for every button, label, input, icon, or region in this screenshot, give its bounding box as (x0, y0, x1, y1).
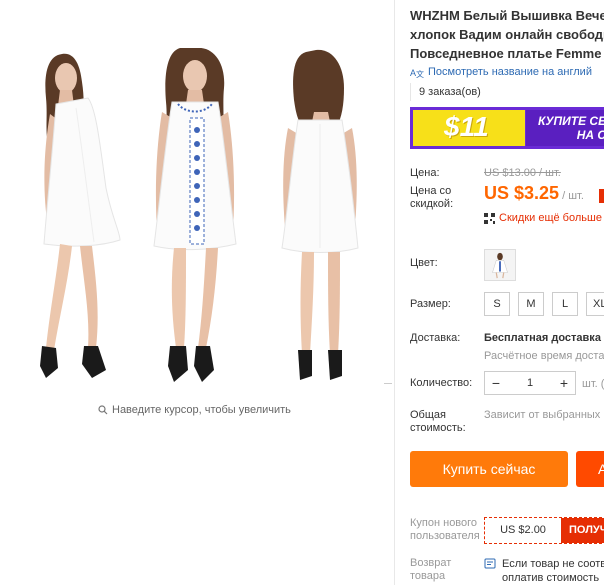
returns-info: Если товар не соотв оплатив стоимость (484, 557, 604, 585)
size-option-l[interactable]: L (552, 292, 578, 316)
translate-link-text: Посмотреть название на англий (428, 66, 592, 78)
product-title-line: WHZHM Белый Вышивка Вечер (410, 8, 604, 23)
size-selector: S M L XL (484, 292, 604, 316)
product-photo-side[interactable] (16, 48, 134, 394)
model-front-illustration (153, 48, 237, 382)
sale-flag (599, 189, 604, 203)
column-divider (394, 0, 395, 585)
add-to-cart-button[interactable]: А (576, 451, 604, 487)
orders-count: 9 заказа(ов) (410, 83, 489, 101)
promo-banner[interactable]: $11 КУПИТЕ СЕ НА С (410, 107, 604, 149)
discount-price-value: US $3.25 (484, 183, 560, 203)
dress-thumbnail-icon (485, 250, 515, 280)
promo-text-line: НА С (576, 128, 604, 142)
promo-text: КУПИТЕ СЕ НА С (538, 114, 604, 142)
color-swatch-white[interactable] (484, 249, 516, 281)
quantity-decrease-button[interactable]: − (485, 372, 507, 394)
product-photo-back[interactable] (270, 48, 370, 394)
more-discounts-text: Скидки ещё больше (499, 212, 602, 224)
coupon-label-line: Купон нового (410, 517, 478, 529)
discount-price: US $3.25 / шт. (484, 183, 584, 204)
quantity-input[interactable]: 1 (507, 377, 553, 389)
zoom-hint-text: Наведите курсор, чтобы увеличить (112, 404, 291, 416)
total-label-line: стоимость: (410, 422, 466, 434)
gallery-scroll-mark (384, 383, 392, 384)
quantity-unit: шт. (6 (582, 378, 604, 390)
discount-price-unit: / шт. (562, 190, 584, 202)
total-value: Зависит от выбранных (484, 409, 601, 421)
shipping-label: Доставка: (410, 332, 461, 344)
product-detail-panel: WHZHM Белый Вышивка Вечер хлопок Вадим о… (410, 0, 604, 585)
model-back-illustration (281, 49, 359, 380)
promo-amount: $11 (444, 111, 489, 142)
shipping-estimate: Расчётное время доста (484, 350, 604, 362)
quantity-increase-button[interactable]: + (553, 372, 575, 394)
product-title: WHZHM Белый Вышивка Вечер хлопок Вадим о… (410, 6, 604, 63)
magnifier-icon (98, 405, 108, 415)
coupon-amount: US $2.00 (485, 518, 561, 543)
new-user-coupon[interactable]: US $2.00 ПОЛУЧ (484, 517, 604, 544)
quantity-stepper: − 1 + (484, 371, 576, 395)
product-photo-front[interactable] (140, 48, 250, 394)
model-side-illustration (40, 53, 121, 378)
return-policy-icon (484, 558, 496, 569)
new-user-coupon-label: Купон нового пользователя (410, 517, 480, 543)
returns-text-line: Если товар не соотв (502, 558, 604, 570)
size-option-s[interactable]: S (484, 292, 510, 316)
more-discounts-link[interactable]: Скидки ещё больше (484, 212, 602, 224)
total-label: Общая стоимость: (410, 409, 466, 435)
qr-code-icon (484, 212, 495, 224)
size-option-m[interactable]: M (518, 292, 544, 316)
size-label: Размер: (410, 298, 451, 310)
zoom-hint: Наведите курсор, чтобы увеличить (98, 404, 291, 416)
buy-now-button[interactable]: Купить сейчас (410, 451, 568, 487)
coupon-label-line: пользователя (410, 530, 480, 542)
discount-price-label: Цена со скидкой: (410, 185, 453, 211)
product-title-line: хлопок Вадим онлайн свободн (410, 27, 604, 42)
product-gallery: Наведите курсор, чтобы увеличить (0, 0, 392, 585)
size-option-xl[interactable]: XL (586, 292, 604, 316)
returns-label: Возврат товара (410, 557, 451, 583)
product-title-line: Повседневное платье Femme (410, 46, 602, 61)
returns-label-line: Возврат (410, 557, 452, 569)
discount-label-line: Цена со (410, 185, 452, 197)
returns-text-line: оплатив стоимость (502, 572, 600, 584)
svg-text:文: 文 (416, 69, 424, 78)
old-price: US $13.00 / шт. (484, 167, 561, 179)
shipping-method[interactable]: Бесплатная доставка н (484, 332, 604, 344)
total-label-line: Общая (410, 409, 446, 421)
discount-label-line: скидкой: (410, 198, 454, 210)
returns-label-line: товара (410, 570, 446, 582)
promo-text-line: КУПИТЕ СЕ (538, 114, 604, 128)
translate-title-link[interactable]: A 文 Посмотреть название на англий (410, 66, 592, 78)
color-label: Цвет: (410, 257, 438, 269)
quantity-label: Количество: (410, 377, 473, 389)
coupon-get-button[interactable]: ПОЛУЧ (561, 518, 604, 543)
price-label: Цена: (410, 167, 440, 179)
translate-icon: A 文 (410, 68, 424, 78)
